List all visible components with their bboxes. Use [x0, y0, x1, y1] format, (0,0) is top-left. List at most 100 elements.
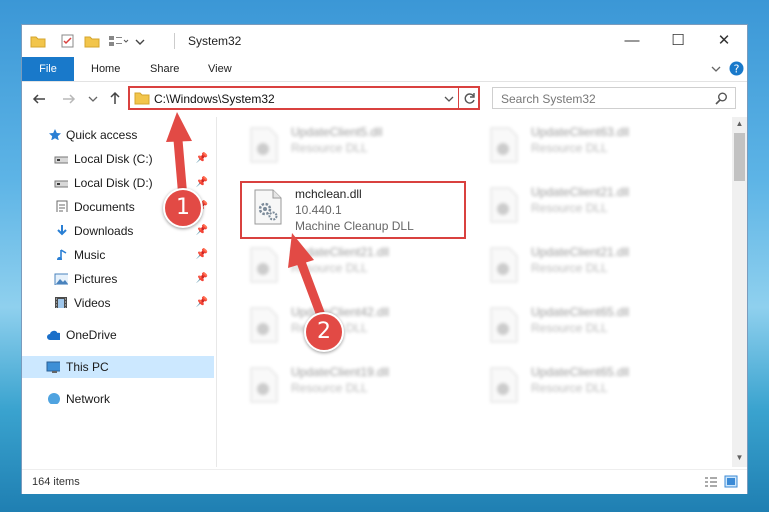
- refresh-icon[interactable]: [463, 92, 476, 105]
- pin-icon[interactable]: 📌: [196, 220, 208, 242]
- navigation-bar: C:\Windows\System32 Search System32: [22, 82, 747, 116]
- recent-locations-icon[interactable]: [88, 94, 98, 104]
- scroll-thumb[interactable]: [734, 133, 745, 181]
- pin-icon[interactable]: 📌: [196, 172, 208, 194]
- pictures-icon: [54, 273, 68, 285]
- tab-home[interactable]: Home: [91, 57, 120, 81]
- dll-file-icon: [250, 367, 278, 403]
- folder-icon: [134, 92, 150, 105]
- navigation-pane: Quick access Local Disk (C:) 📌 Local Dis…: [22, 117, 216, 467]
- download-icon: [57, 225, 67, 236]
- list-item[interactable]: UpdateClient21.dll Resource DLL: [239, 241, 469, 291]
- list-item[interactable]: UpdateClient63.dll Resource DLL: [479, 121, 709, 171]
- sidebar-item-onedrive[interactable]: OneDrive: [22, 324, 214, 346]
- dll-file-icon: [250, 247, 278, 283]
- sidebar-item-this-pc[interactable]: This PC: [22, 356, 214, 378]
- new-folder-icon[interactable]: [84, 33, 100, 49]
- address-separator: [458, 88, 459, 108]
- minimize-button[interactable]: —: [609, 25, 655, 57]
- dll-file-icon: [250, 307, 278, 343]
- close-button[interactable]: ✕: [701, 25, 747, 57]
- help-icon[interactable]: ?: [729, 61, 744, 76]
- list-item[interactable]: UpdateClient65.dll Resource DLL: [479, 301, 709, 351]
- sidebar-item-label: Downloads: [74, 224, 134, 238]
- chevron-down-icon[interactable]: [444, 94, 454, 104]
- sidebar-item-label: Documents: [74, 200, 135, 214]
- vertical-scrollbar[interactable]: ▲ ▼: [732, 117, 747, 467]
- address-bar[interactable]: C:\Windows\System32: [128, 86, 480, 110]
- dll-file-icon: [490, 187, 518, 223]
- sidebar-item-label: Videos: [74, 296, 111, 310]
- window-title: System32: [188, 34, 242, 48]
- maximize-button[interactable]: ☐: [655, 25, 701, 57]
- cloud-icon: [47, 330, 60, 340]
- drive-icon: [54, 180, 68, 188]
- sidebar-item-pictures[interactable]: Pictures 📌: [22, 268, 214, 290]
- search-icon[interactable]: [715, 92, 728, 105]
- status-bar: 164 items: [22, 469, 747, 494]
- sidebar-item-quick-access[interactable]: Quick access: [22, 124, 214, 146]
- dll-file-icon: [490, 307, 518, 343]
- documents-icon: [56, 200, 68, 212]
- list-item[interactable]: UpdateClient21.dll Resource DLL: [479, 241, 709, 291]
- drive-icon: [54, 156, 68, 164]
- search-box[interactable]: Search System32: [492, 87, 736, 109]
- ribbon-tabs: File Home Share View ?: [22, 57, 747, 82]
- list-item[interactable]: UpdateClient21.dll Resource DLL: [479, 181, 709, 231]
- pin-icon[interactable]: 📌: [196, 292, 208, 314]
- network-icon: [48, 393, 60, 404]
- details-view-icon[interactable]: [704, 476, 718, 488]
- list-item[interactable]: UpdateClient5.dll Resource DLL: [239, 121, 469, 171]
- file-list: UpdateClient5.dll Resource DLL UpdateCli…: [217, 117, 732, 467]
- search-input[interactable]: Search System32: [501, 92, 596, 106]
- sidebar-item-label: Local Disk (C:): [74, 152, 153, 166]
- large-icons-view-icon[interactable]: [724, 475, 738, 488]
- videos-icon: [55, 297, 67, 308]
- customize-toolbar-icon[interactable]: [108, 33, 130, 49]
- pin-icon[interactable]: 📌: [196, 268, 208, 290]
- pin-icon[interactable]: 📌: [196, 148, 208, 170]
- list-item[interactable]: UpdateClient19.dll Resource DLL: [239, 361, 469, 411]
- folder-icon[interactable]: [30, 33, 46, 49]
- star-icon: [49, 129, 61, 140]
- music-icon: [57, 249, 67, 260]
- sidebar-item-network[interactable]: Network: [22, 388, 214, 410]
- sidebar-item-label: This PC: [66, 360, 109, 374]
- chevron-down-icon[interactable]: [134, 33, 146, 49]
- sidebar-item-label: Network: [66, 392, 111, 406]
- tab-share[interactable]: Share: [150, 57, 179, 81]
- sidebar-item-label: Music: [74, 248, 106, 262]
- expand-ribbon-icon[interactable]: [710, 63, 722, 75]
- sidebar-item-music[interactable]: Music 📌: [22, 244, 214, 266]
- dll-file-icon: [490, 367, 518, 403]
- sidebar-item-videos[interactable]: Videos 📌: [22, 292, 214, 314]
- sidebar-item-label: Quick access: [66, 128, 138, 142]
- step-marker-2: 2: [304, 312, 344, 352]
- tab-view[interactable]: View: [208, 57, 232, 81]
- dll-file-icon: [490, 127, 518, 163]
- sidebar-item-label: Local Disk (D:): [74, 176, 153, 190]
- computer-icon: [46, 361, 60, 373]
- item-count: 164 items: [32, 476, 80, 488]
- svg-text:?: ?: [734, 63, 740, 76]
- sidebar-item-label: OneDrive: [66, 328, 117, 342]
- address-path[interactable]: C:\Windows\System32: [154, 92, 275, 106]
- forward-arrow-icon[interactable]: [62, 92, 76, 106]
- title-separator: [174, 33, 175, 49]
- sidebar-item-local-disk-c[interactable]: Local Disk (C:) 📌: [22, 148, 214, 170]
- tab-file[interactable]: File: [22, 57, 74, 81]
- list-item[interactable]: UpdateClient42.dll Resource DLL: [239, 301, 469, 351]
- dll-file-icon: [250, 127, 278, 163]
- explorer-window: System32 — ☐ ✕ File Home Share View ? C:…: [21, 24, 748, 494]
- list-item[interactable]: UpdateClient65.dll Resource DLL: [479, 361, 709, 411]
- sidebar-item-label: Pictures: [74, 272, 118, 286]
- dll-file-icon: [490, 247, 518, 283]
- pin-icon[interactable]: 📌: [196, 244, 208, 266]
- scroll-down-icon[interactable]: ▼: [732, 453, 747, 462]
- scroll-up-icon[interactable]: ▲: [732, 119, 747, 128]
- back-arrow-icon[interactable]: [32, 92, 46, 106]
- title-bar: System32 — ☐ ✕: [22, 25, 747, 57]
- highlight-box: [240, 181, 466, 239]
- up-arrow-icon[interactable]: [108, 91, 122, 105]
- properties-icon[interactable]: [60, 33, 76, 49]
